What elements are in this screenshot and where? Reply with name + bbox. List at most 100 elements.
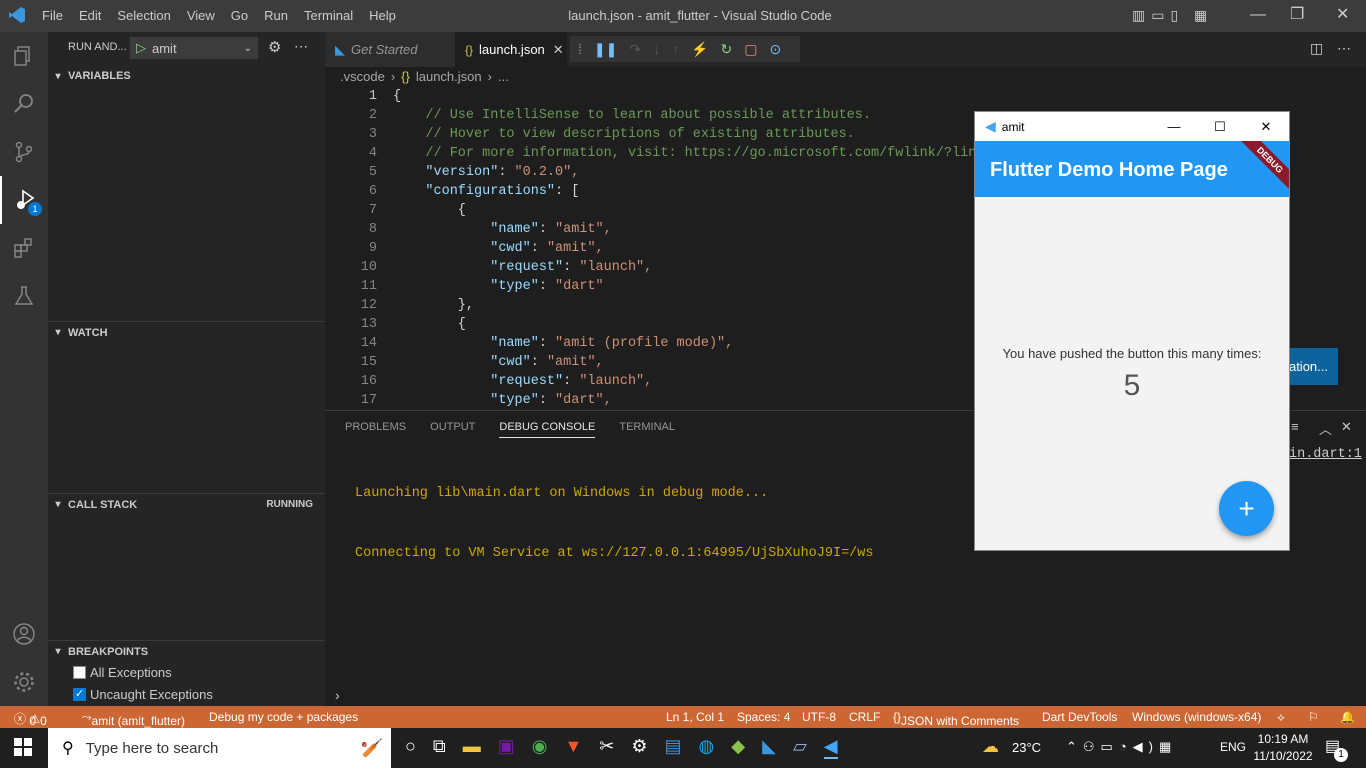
menu-run[interactable]: Run [264,8,288,23]
close-button[interactable]: ✕ [1243,119,1289,135]
close-button[interactable]: ✕ [1336,4,1349,24]
clear-console-icon[interactable]: ≡ [1291,419,1299,434]
layout-toggle-icons[interactable]: ▥▭▯ ▦ [1132,7,1213,24]
checkbox-unchecked[interactable] [73,666,86,679]
menu-go[interactable]: Go [231,8,248,23]
run-debug-icon[interactable]: 1 [0,176,48,224]
devtools-search-icon[interactable]: ⊙ [770,41,782,58]
settings-gear-icon[interactable]: ⚙ [631,736,647,759]
more-actions-icon[interactable]: ⋯ [294,38,308,55]
eol-status[interactable]: CRLF [849,710,880,724]
close-tab-icon[interactable]: ✕ [553,42,564,58]
maximize-button[interactable]: ☐ [1197,119,1243,135]
json-icon: {} [401,69,410,84]
step-into-icon[interactable]: ↓ [653,41,660,57]
debug-target-status[interactable]: ⤳ amit (amit_flutter) [82,710,185,728]
encoding-status[interactable]: UTF-8 [802,710,836,724]
extensions-icon[interactable] [0,224,48,272]
windows-start-icon[interactable] [14,738,32,756]
task-view-icon[interactable]: ⧉ [433,736,446,759]
language-indicator[interactable]: ENG [1220,740,1246,754]
debug-mode-status[interactable]: Debug my code + packages [209,710,358,724]
hot-reload-icon[interactable]: ⚡ [691,41,708,58]
breakpoint-uncaught-exceptions[interactable]: ✓ Uncaught Exceptions [73,687,213,702]
menu-view[interactable]: View [187,8,215,23]
clock-time[interactable]: 10:19 AM [1253,732,1313,746]
remote-desktop-icon[interactable]: ▤ [665,736,682,759]
dart-devtools-status[interactable]: Dart DevTools [1042,710,1117,724]
testing-flask-icon[interactable] [0,272,48,320]
tab-launch-json[interactable]: {} launch.json ✕ [455,32,567,67]
menu-selection[interactable]: Selection [117,8,170,23]
notepad-icon[interactable]: ▱ [793,736,807,759]
flutter-taskbar-icon[interactable]: ◀ [823,736,838,759]
split-editor-icon[interactable]: ◫ [1310,40,1323,57]
problems-status[interactable]: ⓧ 0 ⚠ 0 [14,710,47,728]
watch-section[interactable]: ▾ WATCH [48,321,325,343]
menu-file[interactable]: File [42,8,63,23]
system-tray-icons[interactable]: ⌃⚇▭◔◀)▦ [1066,739,1177,755]
taskbar-search[interactable]: ⚲ Type here to search 🏏 [48,728,391,768]
snipping-tool-icon[interactable]: ✂ [599,736,614,759]
chevron-up-icon[interactable]: ︿ [1319,419,1332,438]
temperature[interactable]: 23°C [1012,740,1041,755]
windows-taskbar: ⚲ Type here to search 🏏 ○ ⧉ ▬ ▣ ◉ ▼ ✂ ⚙ … [0,728,1366,768]
accounts-icon[interactable] [0,610,48,658]
edge-icon[interactable]: ◍ [699,736,715,759]
weather-icon[interactable]: ☁ [982,737,999,757]
drag-handle-icon[interactable]: ⁞ [578,41,582,57]
increment-fab[interactable]: + [1219,481,1274,536]
explorer-icon[interactable] [0,32,48,80]
tab-output[interactable]: OUTPUT [430,421,475,438]
launch-config-select[interactable]: ▷ amit ⌄ [130,37,258,59]
restore-button[interactable]: ❐ [1290,4,1304,24]
play-icon[interactable]: ▷ [136,40,146,56]
step-over-icon[interactable]: ↷ [629,41,641,58]
variables-section[interactable]: ▾ VARIABLES [48,65,325,87]
menu-terminal[interactable]: Terminal [304,8,353,23]
tab-terminal[interactable]: TERMINAL [619,421,675,438]
onenote-icon[interactable]: ▣ [498,736,515,759]
clock-date[interactable]: 11/10/2022 [1253,749,1313,763]
checkbox-checked[interactable]: ✓ [73,688,86,701]
brave-icon[interactable]: ▼ [564,736,582,759]
debug-settings-gear-icon[interactable]: ⚙ [268,38,281,56]
teams-icon[interactable]: ◆ [731,736,745,759]
close-panel-icon[interactable]: ✕ [1341,419,1352,435]
gear-icon[interactable] [0,658,48,706]
console-input-chevron-icon[interactable]: › [335,687,340,703]
breakpoint-all-exceptions[interactable]: All Exceptions [73,665,172,680]
breakpoints-section[interactable]: ▾ BREAKPOINTS [48,640,325,662]
menu-edit[interactable]: Edit [79,8,101,23]
tab-problems[interactable]: PROBLEMS [345,421,406,438]
pause-icon[interactable]: ❚❚ [594,41,617,58]
notifications-bell-icon[interactable]: 🔔 [1340,710,1355,724]
menu-help[interactable]: Help [369,8,396,23]
search-icon[interactable] [0,80,48,128]
stop-icon[interactable]: ▢ [744,41,757,58]
step-out-icon[interactable]: ↑ [672,41,679,57]
chrome-icon[interactable]: ◉ [532,736,548,759]
breadcrumb-folder[interactable]: .vscode [340,69,385,84]
file-explorer-icon[interactable]: ▬ [463,736,481,759]
vscode-taskbar-icon[interactable]: ◣ [762,736,776,759]
flutter-status-icon[interactable]: ⟡ [1277,710,1285,725]
breadcrumb-rest[interactable]: ... [498,69,509,84]
minimize-button[interactable]: — [1151,119,1197,134]
tab-debug-console[interactable]: DEBUG CONSOLE [499,421,596,438]
restart-icon[interactable]: ↻ [721,41,733,58]
tab-get-started[interactable]: ◣ Get Started [325,32,455,67]
device-status[interactable]: Windows (windows-x64) [1132,710,1261,724]
source-link[interactable]: in.dart:1 [1289,445,1362,464]
call-stack-section[interactable]: ▾ CALL STACK RUNNING [48,493,325,515]
feedback-icon[interactable]: ⚐ [1308,710,1319,724]
cursor-position[interactable]: Ln 1, Col 1 [666,710,724,724]
source-control-icon[interactable] [0,128,48,176]
language-mode[interactable]: {} JSON with Comments [893,710,1019,728]
minimize-button[interactable]: — [1250,6,1266,24]
breadcrumb-file[interactable]: launch.json [416,69,482,84]
flutter-logo-icon: ◀ [985,118,996,134]
indentation-status[interactable]: Spaces: 4 [737,710,790,724]
cortana-icon[interactable]: ○ [405,736,416,759]
more-actions-icon[interactable]: ⋯ [1337,40,1351,57]
